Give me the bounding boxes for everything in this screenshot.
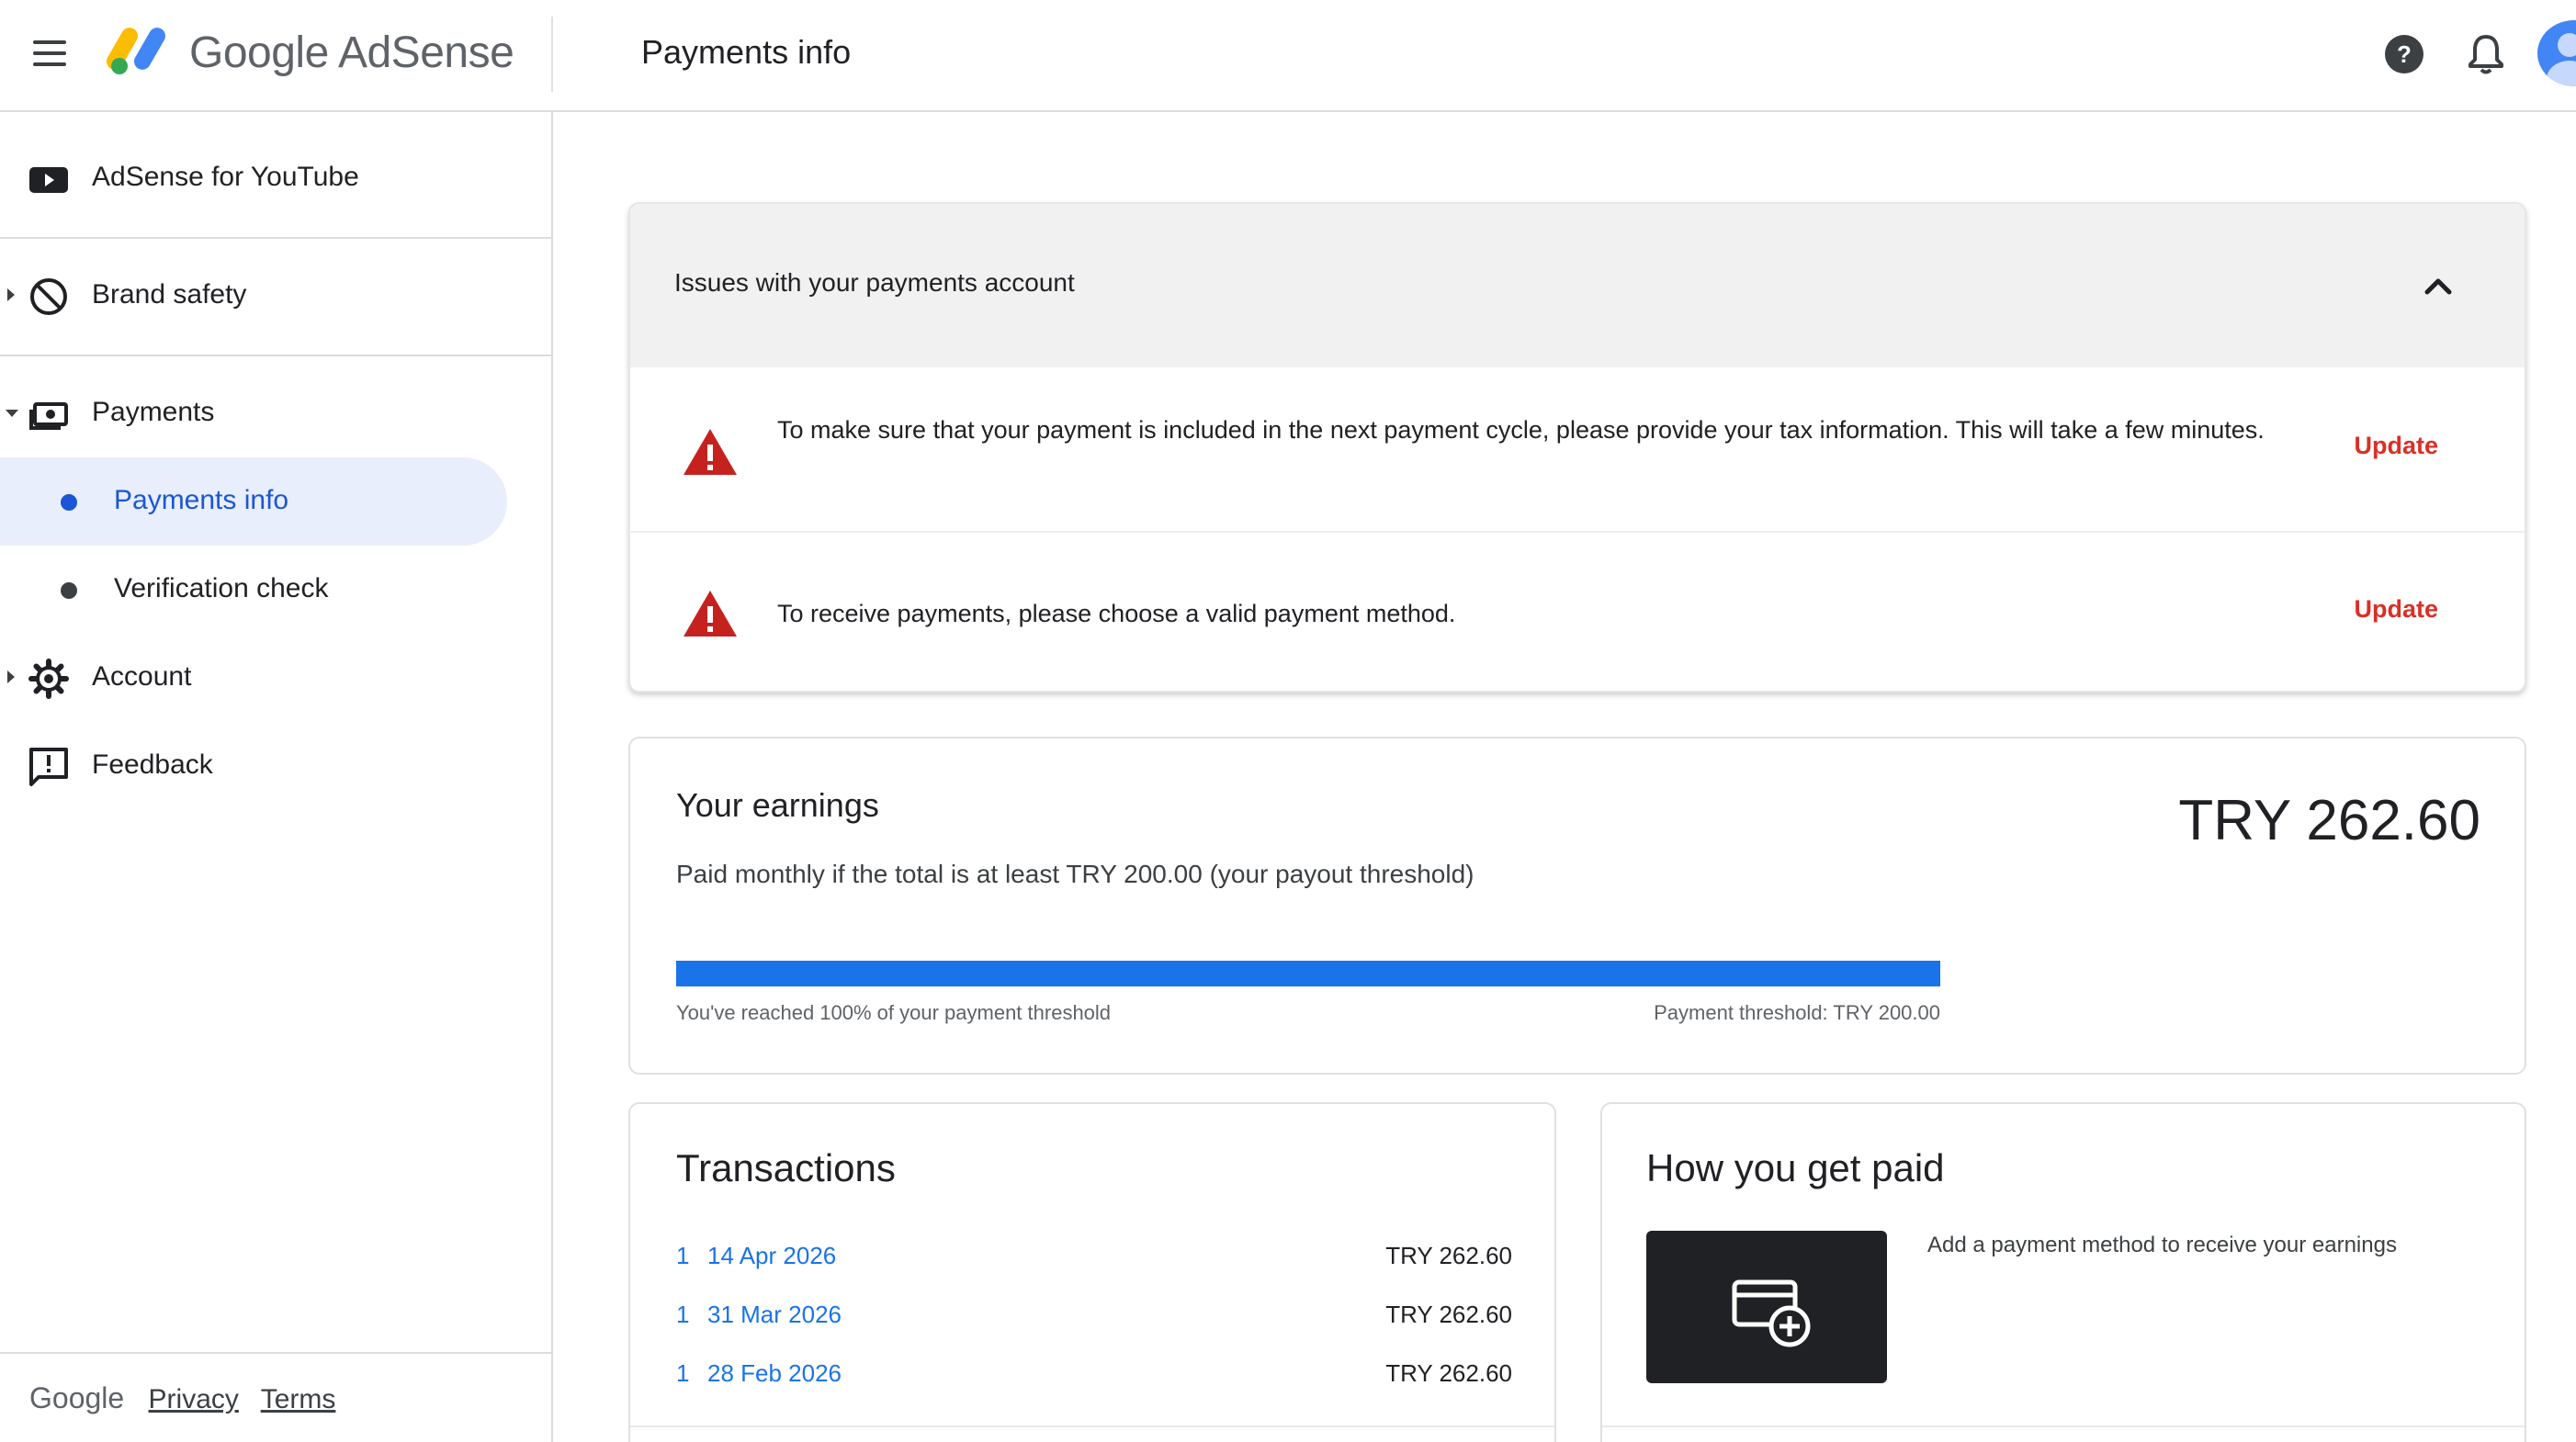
main-menu-icon[interactable] xyxy=(28,35,72,72)
top-app-bar: Google AdSense Payments info ? xyxy=(0,0,2576,112)
update-tax-info-link[interactable]: Update xyxy=(2354,432,2438,460)
add-payment-method-button[interactable] xyxy=(1646,1231,1887,1383)
gear-icon xyxy=(28,659,69,699)
sidebar-item-brand-safety[interactable]: Brand safety xyxy=(0,252,551,340)
sidebar-item-label: Account xyxy=(92,661,192,692)
bullet-dot-icon xyxy=(61,582,77,599)
page-title: Payments info xyxy=(641,33,852,71)
expand-arrow-icon xyxy=(7,670,15,683)
card-divider xyxy=(1602,1425,2525,1427)
adsense-logo-icon[interactable] xyxy=(107,22,173,77)
earnings-title: Your earnings xyxy=(676,786,879,824)
transactions-title: Transactions xyxy=(676,1146,896,1189)
issue-message: To receive payments, please choose a val… xyxy=(777,600,1456,627)
block-icon xyxy=(30,278,67,315)
warning-icon xyxy=(684,429,737,475)
sidebar-item-account[interactable]: Account xyxy=(0,634,551,722)
transaction-row[interactable]: 1 31 Mar 2026 TRY 262.60 xyxy=(676,1301,1512,1337)
threshold-progress-fill xyxy=(676,961,1940,986)
card-divider xyxy=(630,1425,1554,1427)
earnings-amount: TRY 262.60 xyxy=(2178,789,2480,852)
earnings-card: Your earnings TRY 262.60 Paid monthly if… xyxy=(628,737,2526,1075)
youtube-icon xyxy=(29,167,68,193)
collapse-arrow-icon xyxy=(6,410,18,417)
sidebar-item-label: AdSense for YouTube xyxy=(92,162,359,192)
google-wordmark: Google xyxy=(29,1381,125,1414)
transaction-count[interactable]: 1 xyxy=(676,1359,689,1388)
threshold-progress-bar xyxy=(676,961,1940,986)
transaction-date-link[interactable]: 31 Mar 2026 xyxy=(707,1301,842,1329)
sidebar-item-label: Brand safety xyxy=(92,279,247,310)
payments-icon xyxy=(29,402,68,430)
issue-message: To make sure that your payment is includ… xyxy=(777,416,2265,444)
payment-threshold-label: Payment threshold: TRY 200.00 xyxy=(1654,1001,1940,1024)
active-dot-icon xyxy=(61,494,77,511)
feedback-icon xyxy=(29,748,68,786)
issues-title: Issues with your payments account xyxy=(674,268,1075,297)
sidebar-subitem-label: Verification check xyxy=(114,573,329,603)
notifications-bell-icon[interactable] xyxy=(2466,31,2506,75)
terms-link[interactable]: Terms xyxy=(261,1384,336,1414)
sidebar-divider xyxy=(0,237,551,239)
transaction-amount: TRY 262.60 xyxy=(1385,1359,1512,1387)
sidebar-item-adsense-for-youtube[interactable]: AdSense for YouTube xyxy=(0,134,551,222)
expand-arrow-icon xyxy=(7,288,15,301)
warning-icon xyxy=(684,591,737,637)
account-avatar[interactable] xyxy=(2537,20,2576,86)
sidebar-subitem-label: Payments info xyxy=(114,485,289,515)
privacy-link[interactable]: Privacy xyxy=(149,1384,239,1414)
sidebar-nav: AdSense for YouTube Brand safety Payment… xyxy=(0,112,553,1442)
chevron-up-icon[interactable] xyxy=(2420,268,2457,305)
brand-name[interactable]: Google AdSense xyxy=(189,28,514,78)
update-payment-method-link[interactable]: Update xyxy=(2354,595,2438,624)
transaction-amount: TRY 262.60 xyxy=(1385,1242,1512,1269)
sidebar-footer-divider xyxy=(0,1352,551,1354)
help-icon[interactable]: ? xyxy=(2383,33,2425,75)
earnings-description: Paid monthly if the total is at least TR… xyxy=(676,860,1474,888)
sidebar-item-label: Feedback xyxy=(92,749,213,780)
transaction-date-link[interactable]: 14 Apr 2026 xyxy=(707,1242,836,1270)
transaction-row[interactable]: 1 28 Feb 2026 TRY 262.60 xyxy=(676,1359,1512,1396)
transaction-date-link[interactable]: 28 Feb 2026 xyxy=(707,1359,842,1388)
payment-issues-card: Issues with your payments account To mak… xyxy=(628,202,2526,693)
issues-header[interactable]: Issues with your payments account xyxy=(630,204,2525,367)
svg-text:?: ? xyxy=(2397,40,2412,68)
transactions-card: Transactions 1 14 Apr 2026 TRY 262.60 1 … xyxy=(628,1102,1556,1442)
sidebar-item-label: Payments xyxy=(92,397,215,427)
sidebar-item-payments[interactable]: Payments xyxy=(0,369,551,457)
sidebar-divider xyxy=(0,355,551,356)
get-paid-title: How you get paid xyxy=(1646,1146,1945,1189)
progress-reached-label: You've reached 100% of your payment thre… xyxy=(676,1001,1112,1024)
sidebar-item-verification-check[interactable]: Verification check xyxy=(0,546,507,634)
issue-row-payment-method: To receive payments, please choose a val… xyxy=(630,531,2525,691)
header-divider xyxy=(551,17,553,92)
sidebar-item-feedback[interactable]: Feedback xyxy=(0,722,551,810)
how-you-get-paid-card: How you get paid Add a payment method to… xyxy=(1600,1102,2526,1442)
sidebar-footer: Google Privacy Terms xyxy=(29,1381,350,1415)
transaction-count[interactable]: 1 xyxy=(676,1301,689,1329)
add-payment-method-text: Add a payment method to receive your ear… xyxy=(1927,1233,2397,1257)
transaction-row[interactable]: 1 14 Apr 2026 TRY 262.60 xyxy=(676,1242,1512,1279)
add-card-icon xyxy=(1732,1279,1811,1347)
transaction-count[interactable]: 1 xyxy=(676,1242,689,1270)
transaction-amount: TRY 262.60 xyxy=(1385,1301,1512,1328)
issue-row-tax-info: To make sure that your payment is includ… xyxy=(630,367,2525,531)
sidebar-item-payments-info[interactable]: Payments info xyxy=(0,457,507,546)
